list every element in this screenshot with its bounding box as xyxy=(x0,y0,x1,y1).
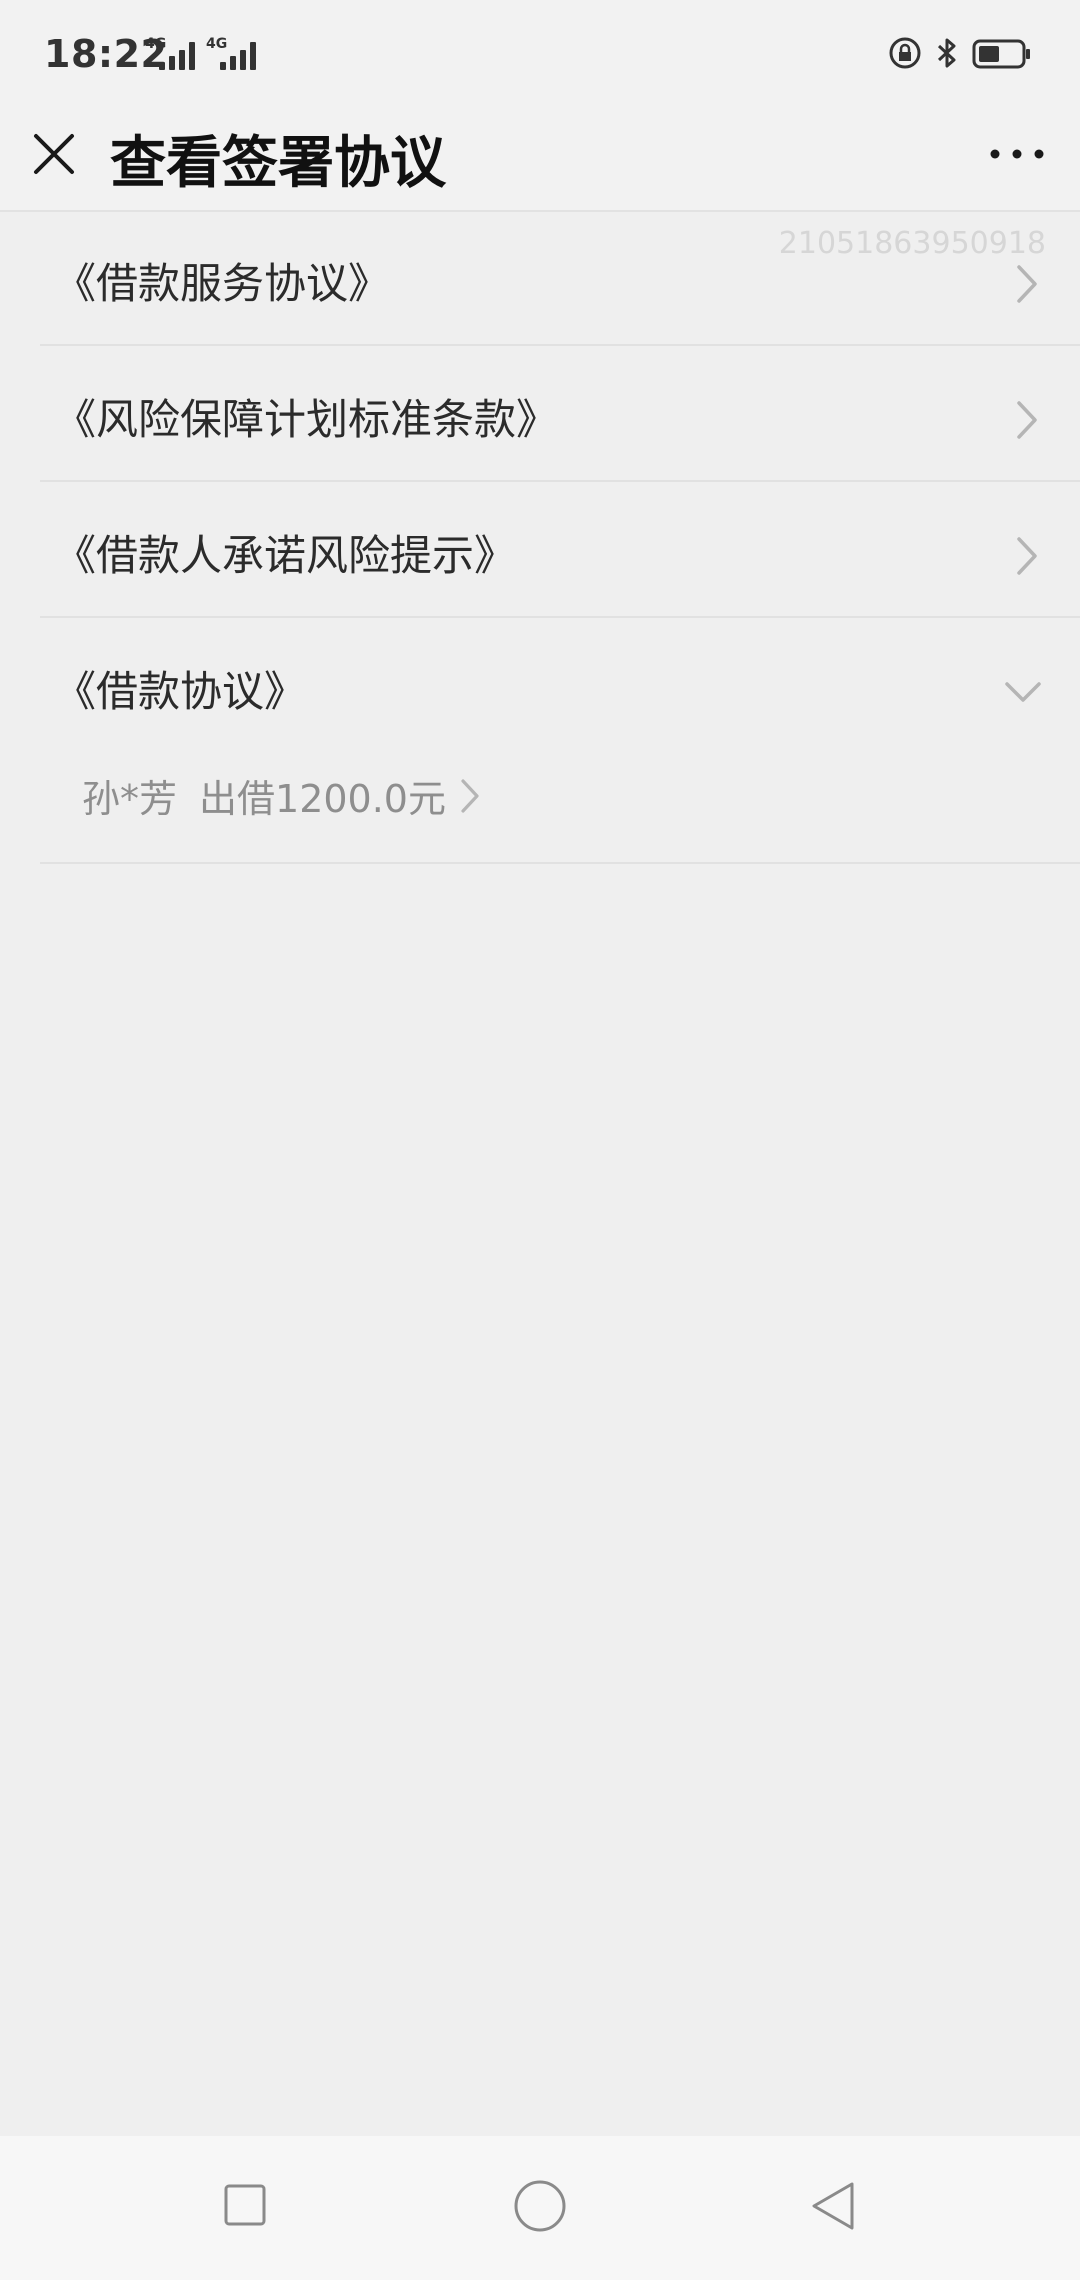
lender-name: 孙*芳 xyxy=(82,777,178,821)
agreement-item-loan-expanded[interactable]: 《借款协议》 孙*芳 出借1200.0元 xyxy=(40,618,1080,864)
signal-icon: 4G xyxy=(145,36,201,70)
lender-row[interactable]: 孙*芳 出借1200.0元 xyxy=(82,768,480,823)
more-icon xyxy=(990,149,1044,159)
lend-amount: 出借1200.0元 xyxy=(199,777,446,821)
agreement-label: 《借款人承诺风险提示》 xyxy=(54,531,517,580)
system-navigation-bar xyxy=(0,2136,1080,2280)
close-button[interactable] xyxy=(30,122,78,186)
chevron-right-icon xyxy=(1017,401,1037,439)
screen: 18:22 4G 4G 查看签署协议 21051863950918 《借款服务协… xyxy=(0,0,1080,2280)
rotation-lock-icon xyxy=(889,37,921,69)
battery-icon xyxy=(972,39,1030,69)
agreement-label: 《借款服务协议》 xyxy=(54,259,391,308)
bluetooth-icon xyxy=(937,38,956,68)
chevron-right-icon xyxy=(461,778,479,813)
agreement-label: 《风险保障计划标准条款》 xyxy=(54,395,559,444)
home-icon[interactable] xyxy=(514,2180,566,2232)
chevron-right-icon xyxy=(1017,537,1037,575)
agreement-item-loan-service[interactable]: 21051863950918 《借款服务协议》 xyxy=(40,210,1080,346)
chevron-right-icon xyxy=(1017,265,1037,303)
agreement-item-borrower-promise[interactable]: 《借款人承诺风险提示》 xyxy=(40,482,1080,618)
signal-icon-2: 4G xyxy=(206,36,262,70)
agreement-label: 《借款协议》 xyxy=(54,667,307,716)
watermark-text: 21051863950918 xyxy=(778,226,1046,261)
status-bar: 18:22 4G 4G xyxy=(0,0,1080,108)
close-icon xyxy=(34,134,74,174)
recent-apps-icon[interactable] xyxy=(224,2184,266,2226)
agreement-item-risk-plan[interactable]: 《风险保障计划标准条款》 xyxy=(40,346,1080,482)
more-button[interactable] xyxy=(982,134,1052,174)
back-icon[interactable] xyxy=(808,2180,858,2232)
top-bar: 查看签署协议 xyxy=(0,108,1080,212)
chevron-down-icon xyxy=(1005,682,1041,702)
page-title: 查看签署协议 xyxy=(110,131,446,196)
agreement-list: 21051863950918 《借款服务协议》 《风险保障计划标准条款》 《借款… xyxy=(0,210,1080,864)
